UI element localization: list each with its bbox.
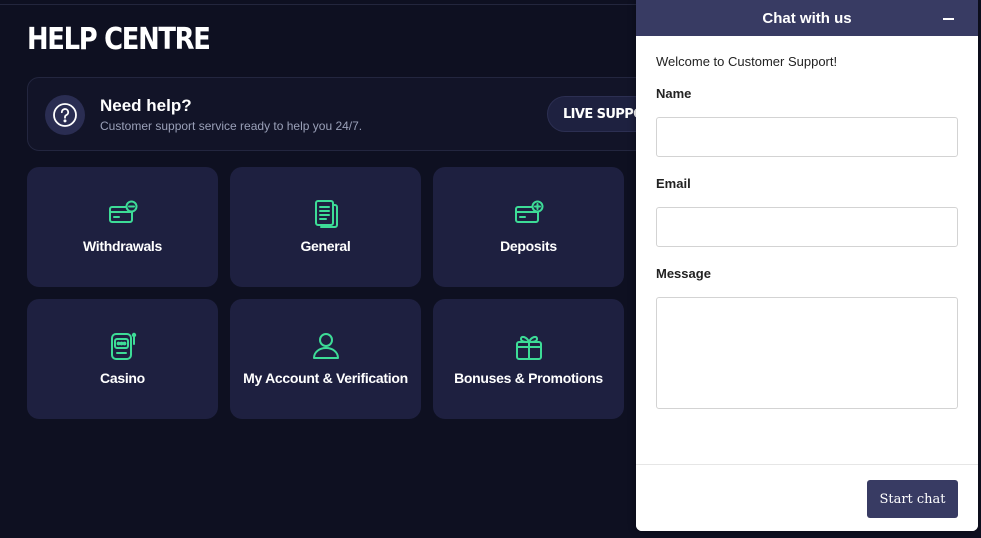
name-label: Name bbox=[656, 86, 692, 101]
help-subtitle: Customer support service ready to help y… bbox=[100, 119, 363, 133]
chat-footer: Start chat bbox=[636, 464, 978, 531]
category-label: Casino bbox=[100, 370, 145, 386]
chat-widget: Chat with us Welcome to Customer Support… bbox=[636, 0, 978, 531]
question-icon bbox=[45, 95, 85, 135]
category-label: Withdrawals bbox=[82, 238, 163, 254]
name-input[interactable] bbox=[656, 117, 958, 157]
page-title: HELP CENTRE bbox=[27, 22, 211, 57]
category-label: Deposits bbox=[500, 238, 557, 254]
email-input[interactable] bbox=[656, 207, 958, 247]
chat-title: Chat with us bbox=[762, 9, 852, 27]
chat-welcome: Welcome to Customer Support! bbox=[656, 54, 838, 69]
start-chat-button[interactable]: Start chat bbox=[867, 480, 958, 518]
category-label: General bbox=[300, 238, 351, 254]
category-deposits[interactable]: Deposits bbox=[433, 167, 624, 287]
email-label: Email bbox=[656, 176, 691, 191]
category-label: Bonuses & Promotions bbox=[454, 370, 603, 386]
top-divider bbox=[0, 4, 636, 5]
card-plus-icon bbox=[514, 200, 543, 223]
slot-machine-icon bbox=[110, 332, 136, 360]
category-my-account[interactable]: My Account & Verification bbox=[230, 299, 421, 419]
message-textarea[interactable] bbox=[656, 297, 958, 409]
gift-icon bbox=[515, 335, 542, 360]
card-minus-icon bbox=[108, 200, 137, 223]
help-banner: Need help? Customer support service read… bbox=[27, 77, 677, 151]
help-title: Need help? bbox=[100, 96, 192, 115]
user-icon bbox=[312, 333, 339, 359]
category-bonuses[interactable]: Bonuses & Promotions bbox=[433, 299, 624, 419]
category-label: My Account & Verification bbox=[243, 370, 408, 386]
document-icon bbox=[314, 200, 338, 228]
minimize-icon[interactable] bbox=[942, 13, 954, 25]
message-label: Message bbox=[656, 266, 711, 281]
category-casino[interactable]: Casino bbox=[27, 299, 218, 419]
category-withdrawals[interactable]: Withdrawals bbox=[27, 167, 218, 287]
category-general[interactable]: General bbox=[230, 167, 421, 287]
chat-header[interactable]: Chat with us bbox=[636, 0, 978, 36]
